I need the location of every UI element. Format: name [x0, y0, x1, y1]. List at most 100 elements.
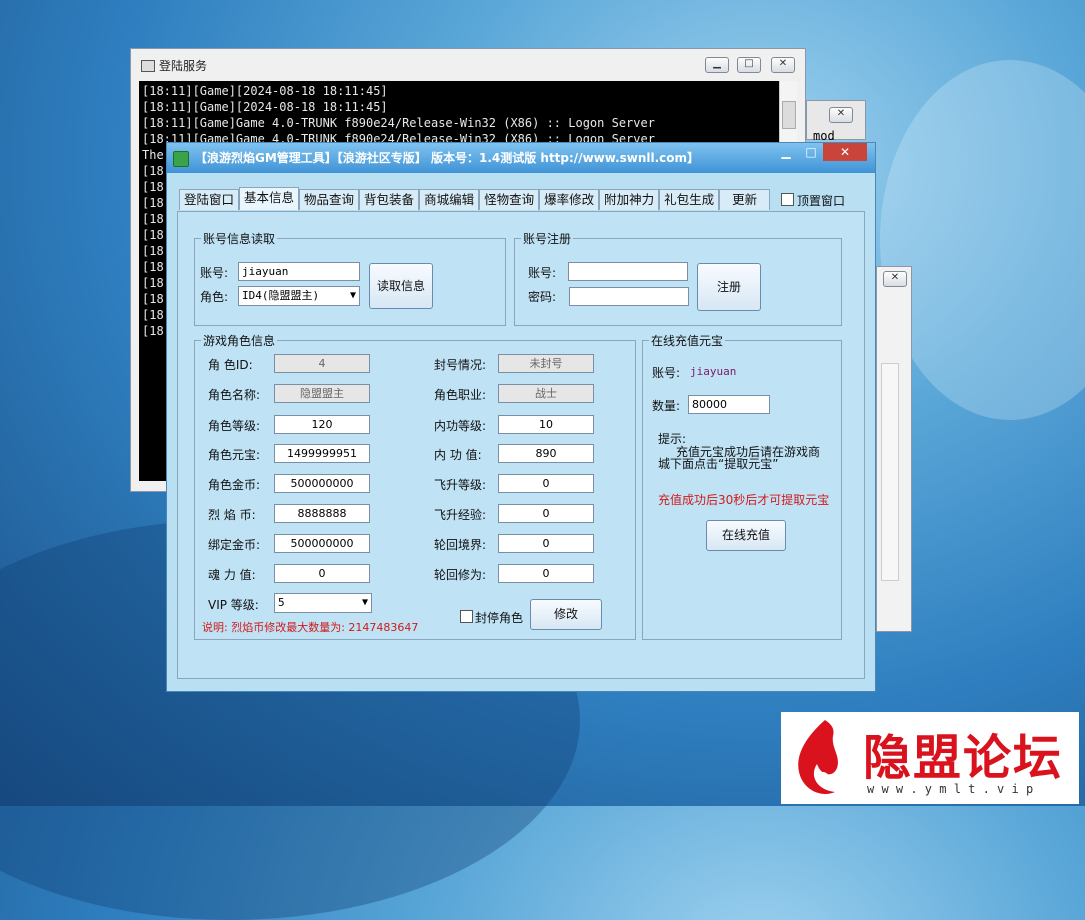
role-select-value: ID4(隐盟盟主) — [242, 289, 320, 302]
watermark-logo: 隐盟论坛 w w w . y m l t . v i p — [781, 712, 1079, 804]
gm-title: 【浪游烈焰GM管理工具】【浪游社区专版】 版本号：1.4测试版 http://w… — [195, 151, 700, 165]
tab-drop-rate[interactable]: 爆率修改 — [539, 189, 600, 210]
console-minimize-button[interactable]: ▁ — [705, 57, 729, 73]
console-line: [18:11][Game][2024-08-18 18:11:45] — [142, 84, 388, 98]
register-account-label: 账号: — [528, 266, 557, 280]
watermark-url: w w w . y m l t . v i p — [867, 782, 1034, 796]
gm-minimize-button[interactable]: ▁ — [773, 143, 799, 161]
vip-level-label: VIP 等级: — [208, 598, 259, 612]
gm-titlebar: 【浪游烈焰GM管理工具】【浪游社区专版】 版本号：1.4测试版 http://w… — [167, 143, 875, 173]
role-select[interactable]: ID4(隐盟盟主) ▼ — [238, 286, 360, 306]
tab-extra-power[interactable]: 附加神力 — [599, 189, 660, 210]
topmost-checkbox[interactable] — [781, 193, 794, 206]
vip-level-value: 5 — [278, 596, 285, 609]
console-line: [18:11][Game][2024-08-18 18:11:45] — [142, 100, 388, 114]
gm-tool-window[interactable]: 【浪游烈焰GM管理工具】【浪游社区专版】 版本号：1.4测试版 http://w… — [166, 142, 876, 692]
register-account-input[interactable] — [568, 262, 688, 281]
role-yuanbao-label: 角色元宝: — [208, 448, 261, 462]
chevron-down-icon: ▼ — [361, 597, 368, 608]
tab-item-query[interactable]: 物品查询 — [299, 189, 360, 210]
vip-level-select[interactable]: 5 ▼ — [274, 593, 372, 613]
role-level-input[interactable]: 120 — [274, 415, 370, 434]
ban-status-label: 封号情况: — [434, 358, 487, 372]
account-label: 账号: — [200, 266, 229, 280]
flame-coin-note: 说明: 烈焰币修改最大数量为: 2147483647 — [202, 621, 419, 634]
role-info-legend: 游戏角色信息 — [203, 334, 276, 348]
account-input[interactable]: jiayuan — [238, 262, 360, 281]
reincarnation-cultivation-input[interactable]: 0 — [498, 564, 594, 583]
role-level-label: 角色等级: — [208, 419, 261, 433]
ascend-exp-label: 飞升经验: — [434, 508, 487, 522]
role-name-label: 角色名称: — [208, 388, 261, 402]
background-window-2[interactable]: ✕ — [876, 266, 912, 632]
watermark-text: 隐盟论坛 — [863, 730, 1064, 786]
read-info-button[interactable]: 读取信息 — [369, 263, 433, 309]
ban-role-checkbox[interactable] — [460, 610, 473, 623]
role-gold-label: 角色金币: — [208, 478, 261, 492]
flame-coin-input[interactable]: 8888888 — [274, 504, 370, 523]
gm-close-button[interactable]: ✕ — [823, 143, 867, 161]
app-icon — [173, 151, 189, 167]
tab-monster-query[interactable]: 怪物查询 — [479, 189, 540, 210]
console-window-icon — [141, 60, 155, 72]
inner-value-input[interactable]: 890 — [498, 444, 594, 463]
background-scrollbar[interactable] — [881, 363, 899, 581]
ban-status-field: 未封号 — [498, 354, 594, 373]
ascend-level-label: 飞升等级: — [434, 478, 487, 492]
bound-gold-input[interactable]: 500000000 — [274, 534, 370, 553]
gm-maximize-button[interactable]: □ — [799, 143, 823, 161]
flame-coin-label: 烈 焰 币: — [208, 508, 256, 522]
tab-gift-gen[interactable]: 礼包生成 — [659, 189, 720, 210]
background-window-text: mod — [813, 129, 835, 143]
tab-shop-edit[interactable]: 商城编辑 — [419, 189, 480, 210]
role-name-field: 隐盟盟主 — [274, 384, 370, 403]
reincarnation-realm-input[interactable]: 0 — [498, 534, 594, 553]
soul-power-label: 魂 力 值: — [208, 568, 256, 582]
inner-value-label: 内 功 值: — [434, 448, 482, 462]
background-close-button[interactable]: ✕ — [829, 107, 853, 123]
tab-backpack[interactable]: 背包装备 — [359, 189, 420, 210]
recharge-amount-input[interactable]: 80000 — [688, 395, 770, 414]
console-line: [18:11][Game]Game 4.0-TRUNK f890e24/Rele… — [142, 116, 655, 130]
role-id-field: 4 — [274, 354, 370, 373]
role-class-field: 战士 — [498, 384, 594, 403]
tab-login-window[interactable]: 登陆窗口 — [179, 189, 240, 210]
console-maximize-button[interactable]: □ — [737, 57, 761, 73]
background-close-button-2[interactable]: ✕ — [883, 271, 907, 287]
topmost-label: 顶置窗口 — [797, 194, 846, 208]
recharge-warning: 充值成功后30秒后才可提取元宝 — [658, 493, 830, 507]
recharge-tip-line2: 城下面点击“提取元宝” — [658, 457, 779, 471]
reincarnation-cultivation-label: 轮回修为: — [434, 568, 487, 582]
role-yuanbao-input[interactable]: 1499999951 — [274, 444, 370, 463]
recharge-amount-label: 数量: — [652, 399, 681, 413]
register-password-input[interactable] — [569, 287, 689, 306]
chevron-down-icon: ▼ — [349, 290, 356, 301]
soul-power-input[interactable]: 0 — [274, 564, 370, 583]
tab-update[interactable]: 更新 — [719, 189, 771, 210]
bound-gold-label: 绑定金币: — [208, 538, 261, 552]
role-id-label: 角 色ID: — [208, 358, 253, 372]
online-recharge-button[interactable]: 在线充值 — [706, 520, 786, 551]
console-title: 登陆服务 — [159, 59, 208, 73]
inner-level-input[interactable]: 10 — [498, 415, 594, 434]
register-button[interactable]: 注册 — [697, 263, 761, 311]
role-class-label: 角色职业: — [434, 388, 487, 402]
background-window[interactable]: ✕ mod — [806, 100, 866, 143]
console-close-button[interactable]: ✕ — [771, 57, 795, 73]
recharge-account-value: jiayuan — [690, 365, 737, 378]
recharge-legend: 在线充值元宝 — [651, 334, 724, 348]
account-read-legend: 账号信息读取 — [203, 232, 276, 246]
modify-button[interactable]: 修改 — [530, 599, 602, 630]
ban-role-label: 封停角色 — [475, 611, 524, 625]
inner-level-label: 内功等级: — [434, 419, 487, 433]
ascend-level-input[interactable]: 0 — [498, 474, 594, 493]
scroll-thumb[interactable] — [782, 101, 796, 129]
account-register-legend: 账号注册 — [523, 232, 572, 246]
ascend-exp-input[interactable]: 0 — [498, 504, 594, 523]
role-label: 角色: — [200, 290, 229, 304]
tab-bar: 登陆窗口 基本信息 物品查询 背包装备 商城编辑 怪物查询 爆率修改 附加神力 … — [179, 187, 771, 211]
role-gold-input[interactable]: 500000000 — [274, 474, 370, 493]
tab-basic-info[interactable]: 基本信息 — [239, 187, 300, 210]
recharge-account-label: 账号: — [652, 366, 681, 380]
basic-info-panel: 账号信息读取 账号: jiayuan 角色: ID4(隐盟盟主) ▼ 读取信息 … — [177, 211, 865, 679]
